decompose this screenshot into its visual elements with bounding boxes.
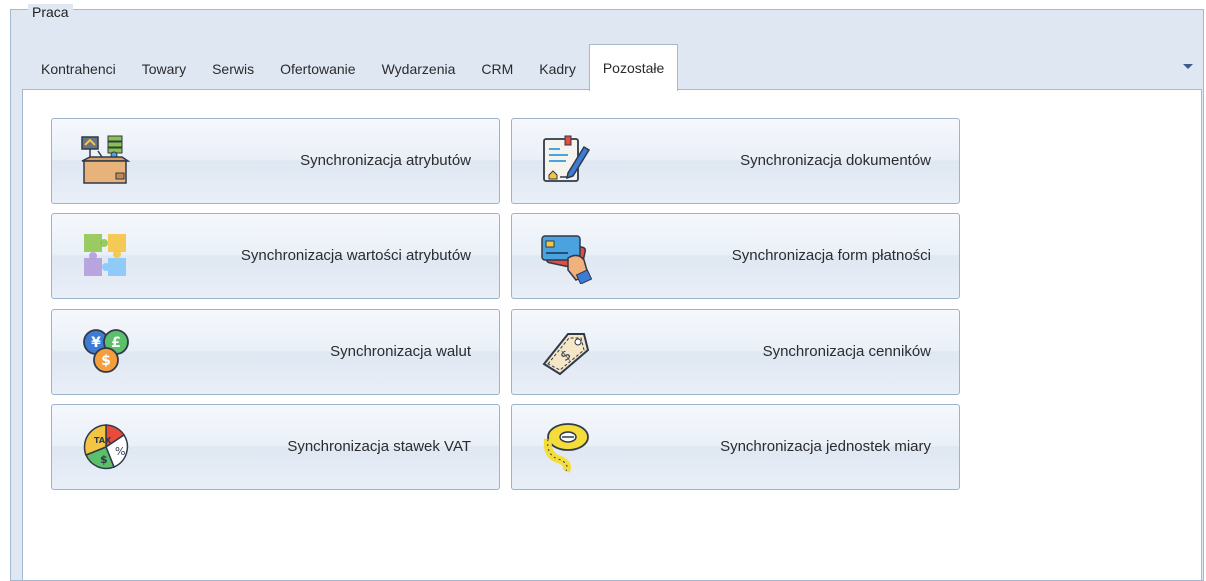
puzzle-icon [78, 228, 134, 284]
sync-attributes-button[interactable]: Synchronizacja atrybutów [51, 118, 500, 204]
svg-text:$: $ [101, 353, 111, 369]
boxes-icon [78, 133, 134, 189]
document-pen-icon [538, 133, 594, 189]
groupbox-title: Praca [28, 4, 73, 20]
svg-text:%: % [115, 445, 125, 458]
sync-documents-label: Synchronizacja dokumentów [740, 152, 931, 169]
sync-price-lists-button[interactable]: $ Synchronizacja cenników [511, 309, 960, 395]
currency-coins-icon: ¥ £ $ [78, 324, 134, 380]
sync-payment-forms-label: Synchronizacja form płatności [731, 247, 931, 264]
tab-towary[interactable]: Towary [129, 46, 199, 90]
sync-attributes-label: Synchronizacja atrybutów [300, 152, 471, 169]
tab-kontrahenci[interactable]: Kontrahenci [28, 46, 129, 90]
sync-vat-rates-button[interactable]: TAX % $ Synchronizacja stawek VAT [51, 404, 500, 490]
tab-crm[interactable]: CRM [468, 46, 526, 90]
sync-currencies-button[interactable]: ¥ £ $ Synchronizacja walut [51, 309, 500, 395]
sync-attribute-values-button[interactable]: Synchronizacja wartości atrybutów [51, 213, 500, 299]
svg-text:TAX: TAX [94, 436, 112, 445]
tab-wydarzenia[interactable]: Wydarzenia [369, 46, 469, 90]
sync-currencies-label: Synchronizacja walut [330, 343, 471, 360]
tab-pozostale[interactable]: Pozostałe [588, 44, 679, 91]
sync-units-label: Synchronizacja jednostek miary [720, 438, 931, 455]
measuring-tape-icon [538, 419, 594, 475]
chevron-down-icon[interactable] [1180, 58, 1196, 74]
sync-vat-rates-label: Synchronizacja stawek VAT [287, 438, 471, 455]
sync-units-button[interactable]: Synchronizacja jednostek miary [511, 404, 960, 490]
sync-documents-button[interactable]: Synchronizacja dokumentów [511, 118, 960, 204]
tab-ofertowanie[interactable]: Ofertowanie [267, 46, 368, 90]
tax-pie-icon: TAX % $ [78, 419, 134, 475]
sync-attribute-values-label: Synchronizacja wartości atrybutów [240, 247, 471, 264]
svg-text:$: $ [100, 453, 108, 466]
tab-strip: Kontrahenci Towary Serwis Ofertowanie Wy… [28, 44, 679, 91]
svg-text:¥: ¥ [91, 335, 101, 351]
sync-payment-forms-button[interactable]: Synchronizacja form płatności [511, 213, 960, 299]
tab-kadry[interactable]: Kadry [526, 46, 589, 90]
svg-text:£: £ [111, 335, 121, 351]
price-tag-icon: $ [538, 324, 594, 380]
credit-card-hand-icon [538, 228, 594, 285]
tab-serwis[interactable]: Serwis [199, 46, 267, 90]
sync-price-lists-label: Synchronizacja cenników [762, 343, 931, 360]
